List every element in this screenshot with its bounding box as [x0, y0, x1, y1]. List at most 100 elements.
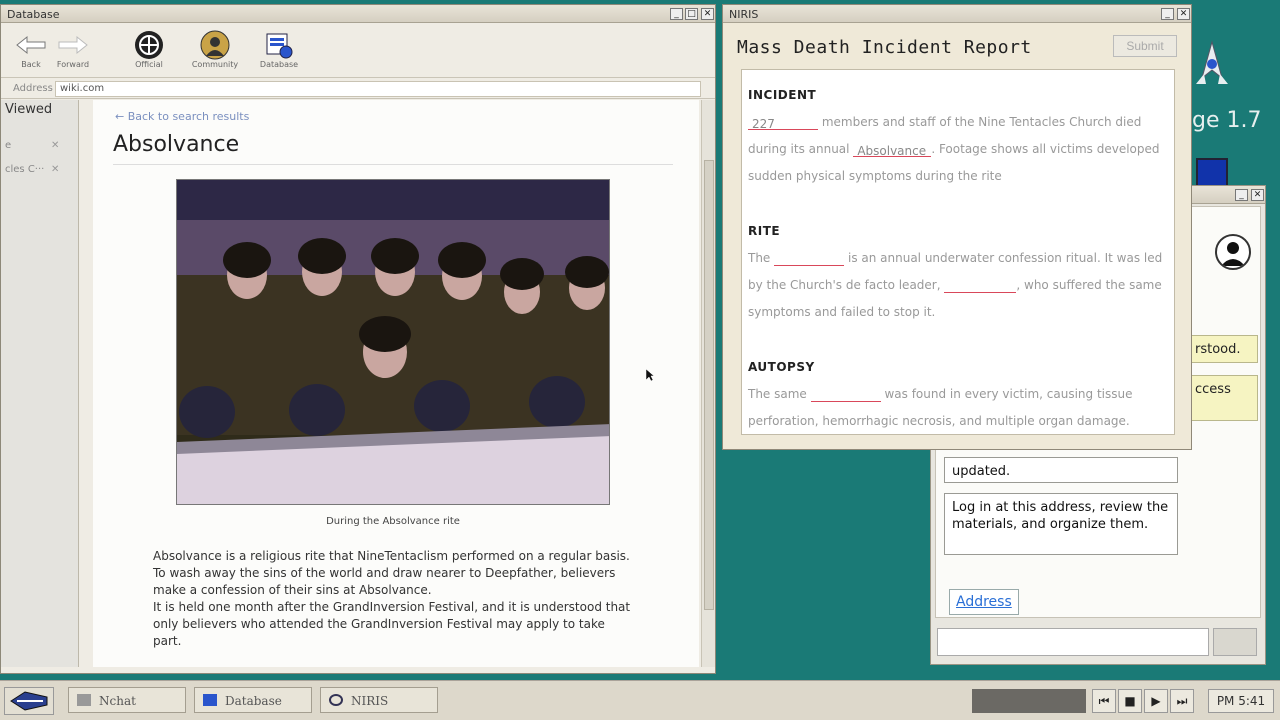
database-titlebar: Database: [1, 5, 715, 23]
report-form: INCIDENT 227 members and staff of the Ni…: [741, 69, 1175, 435]
report-text: members and staff of the Nine Tentacles …: [821, 115, 1142, 129]
report-text: perforation, hemorrhagic necrosis, and m…: [748, 414, 1130, 428]
app-logo-icon: [1192, 40, 1232, 90]
close-icon[interactable]: ✕: [701, 8, 714, 20]
task-label: NIRIS: [351, 694, 389, 708]
media-progress-bar[interactable]: [972, 689, 1086, 713]
forward-label: Forward: [56, 60, 90, 69]
chat-bubble: Log in at this address, review the mater…: [944, 493, 1178, 555]
viewed-sidebar: Viewed e ✕ cles C··· ✕: [1, 100, 79, 667]
send-button[interactable]: [1213, 628, 1257, 656]
address-input[interactable]: wiki.com: [55, 81, 701, 97]
chat-bubble: updated.: [944, 457, 1178, 483]
maximize-icon[interactable]: □: [685, 8, 698, 20]
report-text: during its annual: [748, 142, 850, 156]
niris-icon: [329, 694, 343, 706]
database-icon: [203, 694, 217, 706]
desktop-version-text: ge 1.7: [1192, 108, 1262, 133]
window-title: Database: [7, 8, 60, 21]
forward-button[interactable]: Forward: [43, 30, 103, 69]
minimize-icon[interactable]: _: [1235, 189, 1248, 201]
article-content: ← Back to search results Absolvance Duri…: [93, 100, 699, 667]
report-text: sudden physical symptoms during the rite: [748, 169, 1002, 183]
task-database[interactable]: Database: [194, 687, 312, 713]
community-emblem-icon: [185, 30, 245, 60]
report-text: by the Church's de facto leader,: [748, 278, 941, 292]
clock: PM 5:41: [1208, 689, 1274, 713]
community-button[interactable]: Community: [185, 30, 245, 69]
report-text: The: [748, 251, 771, 265]
rite-name-field[interactable]: Absolvance: [853, 143, 932, 158]
scrollbar[interactable]: [701, 100, 715, 667]
rite-field[interactable]: [774, 252, 845, 266]
minimize-icon[interactable]: _: [1161, 8, 1174, 20]
official-button[interactable]: Official: [119, 30, 179, 69]
task-nchat[interactable]: Nchat: [68, 687, 186, 713]
submit-button[interactable]: Submit: [1113, 35, 1177, 57]
leader-field[interactable]: [944, 279, 1017, 293]
stop-icon[interactable]: ■: [1118, 689, 1142, 713]
report-text: . Footage shows all victims developed: [931, 142, 1160, 156]
next-icon[interactable]: ⏭: [1170, 689, 1194, 713]
niris-titlebar: NIRIS: [723, 5, 1191, 23]
official-label: Official: [135, 60, 163, 69]
previous-icon[interactable]: ⏮: [1092, 689, 1116, 713]
section-heading: INCIDENT: [748, 88, 817, 102]
task-label: Database: [225, 694, 282, 708]
taskbar: Nchat Database NIRIS ⏮ ■ ▶ ⏭ PM 5:41: [0, 680, 1280, 720]
report-text: The same: [748, 387, 807, 401]
cursor-icon: [645, 367, 655, 386]
chat-bubble: ccess: [1186, 375, 1258, 421]
sidebar-item[interactable]: e: [5, 140, 69, 151]
report-title: Mass Death Incident Report: [737, 37, 1032, 58]
toolbar: Back Forward Official Community Database: [1, 24, 715, 78]
official-emblem-icon: [119, 30, 179, 60]
avatar: [1215, 234, 1251, 270]
page-title: Absolvance: [113, 132, 240, 157]
address-bar: Address wiki.com: [1, 79, 715, 99]
chat-input[interactable]: [937, 628, 1209, 656]
report-line: The same was found in every victim, caus…: [748, 386, 1168, 402]
report-line: during its annual Absolvance. Footage sh…: [748, 141, 1168, 158]
chat-bubble: rstood.: [1186, 335, 1258, 363]
task-label: Nchat: [99, 694, 136, 708]
music-icon[interactable]: [1196, 158, 1228, 188]
back-to-results-link[interactable]: ← Back to search results: [115, 110, 249, 123]
scroll-thumb[interactable]: [704, 160, 714, 610]
report-line: by the Church's de facto leader, , who s…: [748, 277, 1168, 293]
report-text: symptoms and failed to stop it.: [748, 305, 936, 319]
database-label: Database: [259, 60, 299, 69]
photo-caption: During the Absolvance rite: [326, 516, 460, 527]
database-button[interactable]: Database: [249, 30, 309, 69]
close-icon[interactable]: ✕: [1177, 8, 1190, 20]
report-line: 227 members and staff of the Nine Tentac…: [748, 114, 1168, 131]
minimize-icon[interactable]: _: [670, 8, 683, 20]
database-icon: [249, 30, 309, 60]
arrow-right-icon: [43, 30, 103, 60]
section-heading: AUTOPSY: [748, 360, 815, 374]
report-text: is an annual underwater confession ritua…: [847, 251, 1163, 265]
close-icon[interactable]: ✕: [51, 140, 59, 151]
victim-count-field[interactable]: 227: [748, 116, 818, 131]
article-body: Absolvance is a religious rite that Nine…: [153, 548, 633, 650]
start-button[interactable]: [4, 687, 54, 715]
sidebar-header: Viewed: [5, 102, 53, 117]
address-link[interactable]: Address: [949, 589, 1019, 615]
play-icon[interactable]: ▶: [1144, 689, 1168, 713]
window-title: NIRIS: [729, 8, 759, 21]
paragraph: Absolvance is a religious rite that Nine…: [153, 549, 630, 563]
report-text: , who suffered the same: [1016, 278, 1162, 292]
section-heading: RITE: [748, 224, 781, 238]
article-photo: [176, 179, 610, 505]
address-label: Address: [13, 83, 53, 94]
sidebar-item[interactable]: cles C···: [5, 164, 69, 175]
community-label: Community: [191, 60, 239, 69]
chat-icon: [77, 694, 91, 706]
cause-field[interactable]: [810, 388, 881, 402]
close-icon[interactable]: ✕: [51, 164, 59, 175]
paragraph: It is held one month after the GrandInve…: [153, 600, 631, 648]
report-text: was found in every victim, causing tissu…: [884, 387, 1133, 401]
close-icon[interactable]: ✕: [1251, 189, 1264, 201]
task-niris[interactable]: NIRIS: [320, 687, 438, 713]
niris-window: NIRIS _ ✕ Mass Death Incident Report Sub…: [722, 4, 1192, 450]
